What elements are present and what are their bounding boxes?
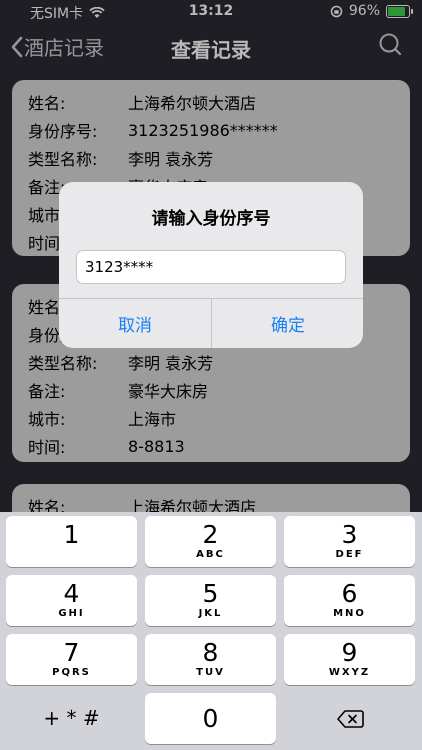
alert-title: 请输入身份序号 xyxy=(151,209,271,229)
key-letters: PQRS xyxy=(52,667,91,678)
number-keyboard: 1 2 ABC 3 DEF 4 GHI 5 JKL 6 MNO 7 PQRS 8… xyxy=(0,512,422,750)
id-number-input[interactable] xyxy=(76,250,346,284)
key-digit: 6 xyxy=(341,579,358,608)
delete-key[interactable] xyxy=(284,693,415,744)
key-4[interactable]: 4 GHI xyxy=(6,575,137,626)
symbols-label: + * # xyxy=(43,706,100,730)
key-3[interactable]: 3 DEF xyxy=(284,516,415,567)
key-digit: 3 xyxy=(341,520,358,549)
key-5[interactable]: 5 JKL xyxy=(145,575,276,626)
key-digit: 4 xyxy=(63,579,80,608)
key-letters: TUV xyxy=(196,667,225,678)
key-digit: 7 xyxy=(63,638,80,667)
key-letters: MNO xyxy=(333,608,366,619)
key-letters: DEF xyxy=(335,549,364,560)
key-1[interactable]: 1 xyxy=(6,516,137,567)
key-digit: 5 xyxy=(202,579,219,608)
key-digit: 1 xyxy=(63,520,80,549)
key-digit: 0 xyxy=(202,704,219,733)
key-letters: WXYZ xyxy=(328,667,371,678)
key-7[interactable]: 7 PQRS xyxy=(6,634,137,685)
key-9[interactable]: 9 WXYZ xyxy=(284,634,415,685)
key-2[interactable]: 2 ABC xyxy=(145,516,276,567)
key-letters: JKL xyxy=(198,608,223,619)
key-letters: GHI xyxy=(58,608,85,619)
key-8[interactable]: 8 TUV xyxy=(145,634,276,685)
key-symbols[interactable]: + * # xyxy=(6,693,137,744)
delete-backspace-icon xyxy=(336,709,364,728)
cancel-button[interactable]: 取消 xyxy=(59,299,211,348)
key-letters: ABC xyxy=(196,549,225,560)
key-digit: 2 xyxy=(202,520,219,549)
key-digit: 9 xyxy=(341,638,358,667)
key-0[interactable]: 0 xyxy=(145,693,276,744)
id-input-alert: 请输入身份序号 取消 确定 xyxy=(59,182,363,348)
key-6[interactable]: 6 MNO xyxy=(284,575,415,626)
confirm-button[interactable]: 确定 xyxy=(212,299,363,348)
key-digit: 8 xyxy=(202,638,219,667)
